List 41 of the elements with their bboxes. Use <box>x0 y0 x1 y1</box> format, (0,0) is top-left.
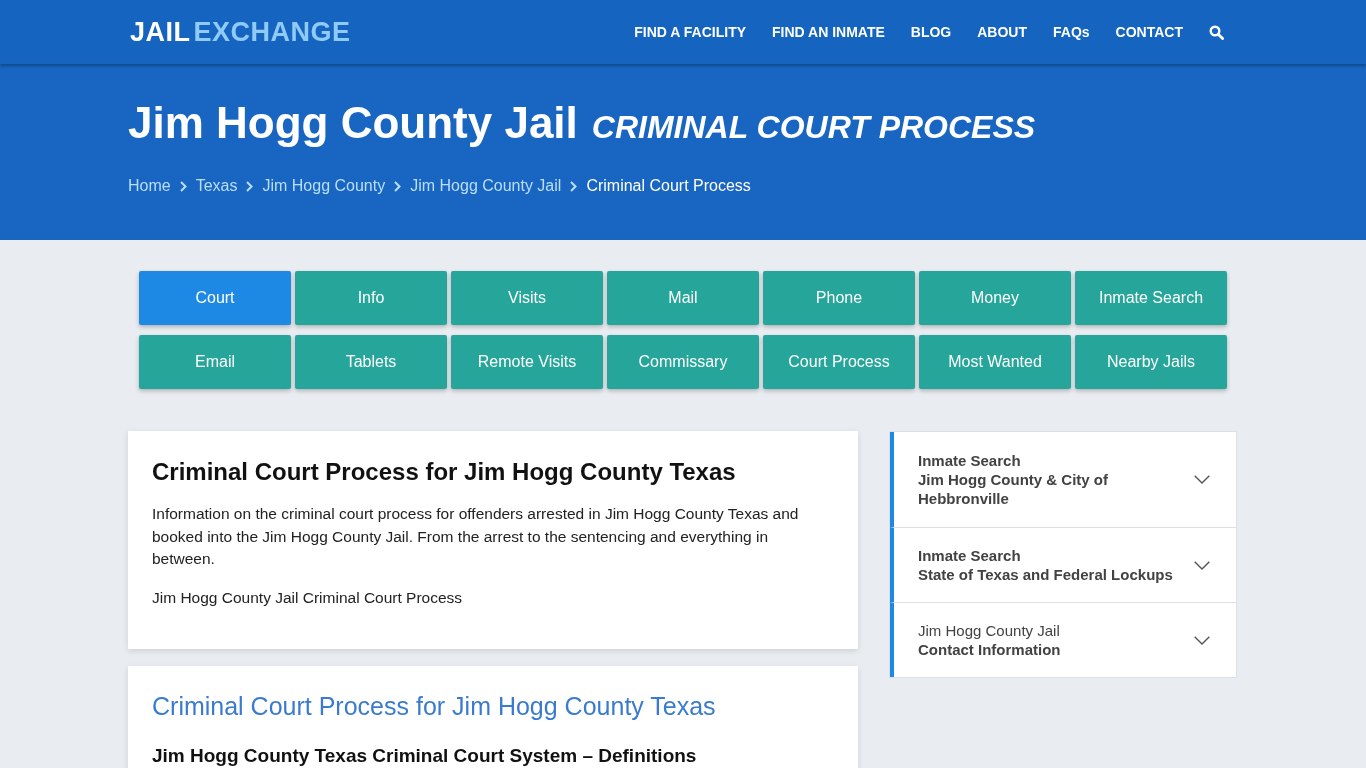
nav-tab[interactable]: Remote Visits <box>451 335 603 389</box>
accordion-item[interactable]: Inmate Search Jim Hogg County & City of Hebbronville <box>890 432 1236 527</box>
nav-link[interactable]: FIND A FACILITY <box>634 25 746 39</box>
paragraph: Information on the criminal court process for offenders arrested in Jim Hogg County Texas and booked into the Jim Hogg County Jail. From the arrest to the sentencing and everything in between. <box>152 504 800 569</box>
breadcrumb-link[interactable]: Texas <box>195 174 238 198</box>
breadcrumb-link[interactable]: Jim Hogg County Jail <box>410 174 562 198</box>
chevron-right-icon <box>246 180 254 192</box>
nav-tab[interactable]: Phone <box>763 271 915 325</box>
nav-link[interactable]: BLOG <box>910 25 952 39</box>
breadcrumb-current: Criminal Court Process <box>586 176 751 196</box>
chevron-right-icon <box>179 180 187 192</box>
nav-link[interactable]: FIND AN INMATE <box>772 25 885 39</box>
page-title: Jim Hogg County Jail <box>128 101 578 145</box>
section-title: Criminal Court Process for Jim Hogg County Texas <box>152 691 717 722</box>
accordion-item[interactable]: Inmate Search State of Texas and Federal Lockups <box>890 527 1236 602</box>
nav-tab[interactable]: Commissary <box>607 335 759 389</box>
logo-link[interactable]: JAILEXCHANGE <box>130 18 351 46</box>
nav-tab[interactable]: Court Process <box>763 335 915 389</box>
nav-link[interactable]: FAQs <box>1053 25 1090 39</box>
page-subtitle: CRIMINAL COURT PROCESS <box>591 111 1036 143</box>
search-icon[interactable] <box>1209 24 1224 40</box>
nav-tab[interactable]: Court <box>139 271 291 325</box>
nav-tab[interactable]: Nearby Jails <box>1075 335 1227 389</box>
section-subtitle: Jim Hogg County Texas Criminal Court System – Definitions <box>152 744 698 768</box>
nav-tab[interactable]: Info <box>295 271 447 325</box>
paragraph: Jim Hogg County Jail Criminal Court Process <box>152 587 464 608</box>
nav-tab[interactable]: Most Wanted <box>919 335 1071 389</box>
chevron-right-icon <box>394 180 402 192</box>
nav-tab[interactable]: Tablets <box>295 335 447 389</box>
card-title: Criminal Court Process for Jim Hogg County Texas <box>152 457 737 487</box>
chevron-right-icon <box>570 180 578 192</box>
nav-link[interactable]: CONTACT <box>1115 25 1183 39</box>
nav-tab[interactable]: Email <box>139 335 291 389</box>
nav-tab[interactable]: Mail <box>607 271 759 325</box>
nav-tab[interactable]: Visits <box>451 271 603 325</box>
nav-tab[interactable]: Money <box>919 271 1071 325</box>
breadcrumb-link[interactable]: Home <box>128 174 171 198</box>
breadcrumb-link[interactable]: Jim Hogg County <box>262 174 386 198</box>
nav-link[interactable]: ABOUT <box>977 25 1027 39</box>
accordion-item[interactable]: Jim Hogg County Jail Contact Information <box>890 602 1236 677</box>
nav-tab[interactable]: Inmate Search <box>1075 271 1227 325</box>
